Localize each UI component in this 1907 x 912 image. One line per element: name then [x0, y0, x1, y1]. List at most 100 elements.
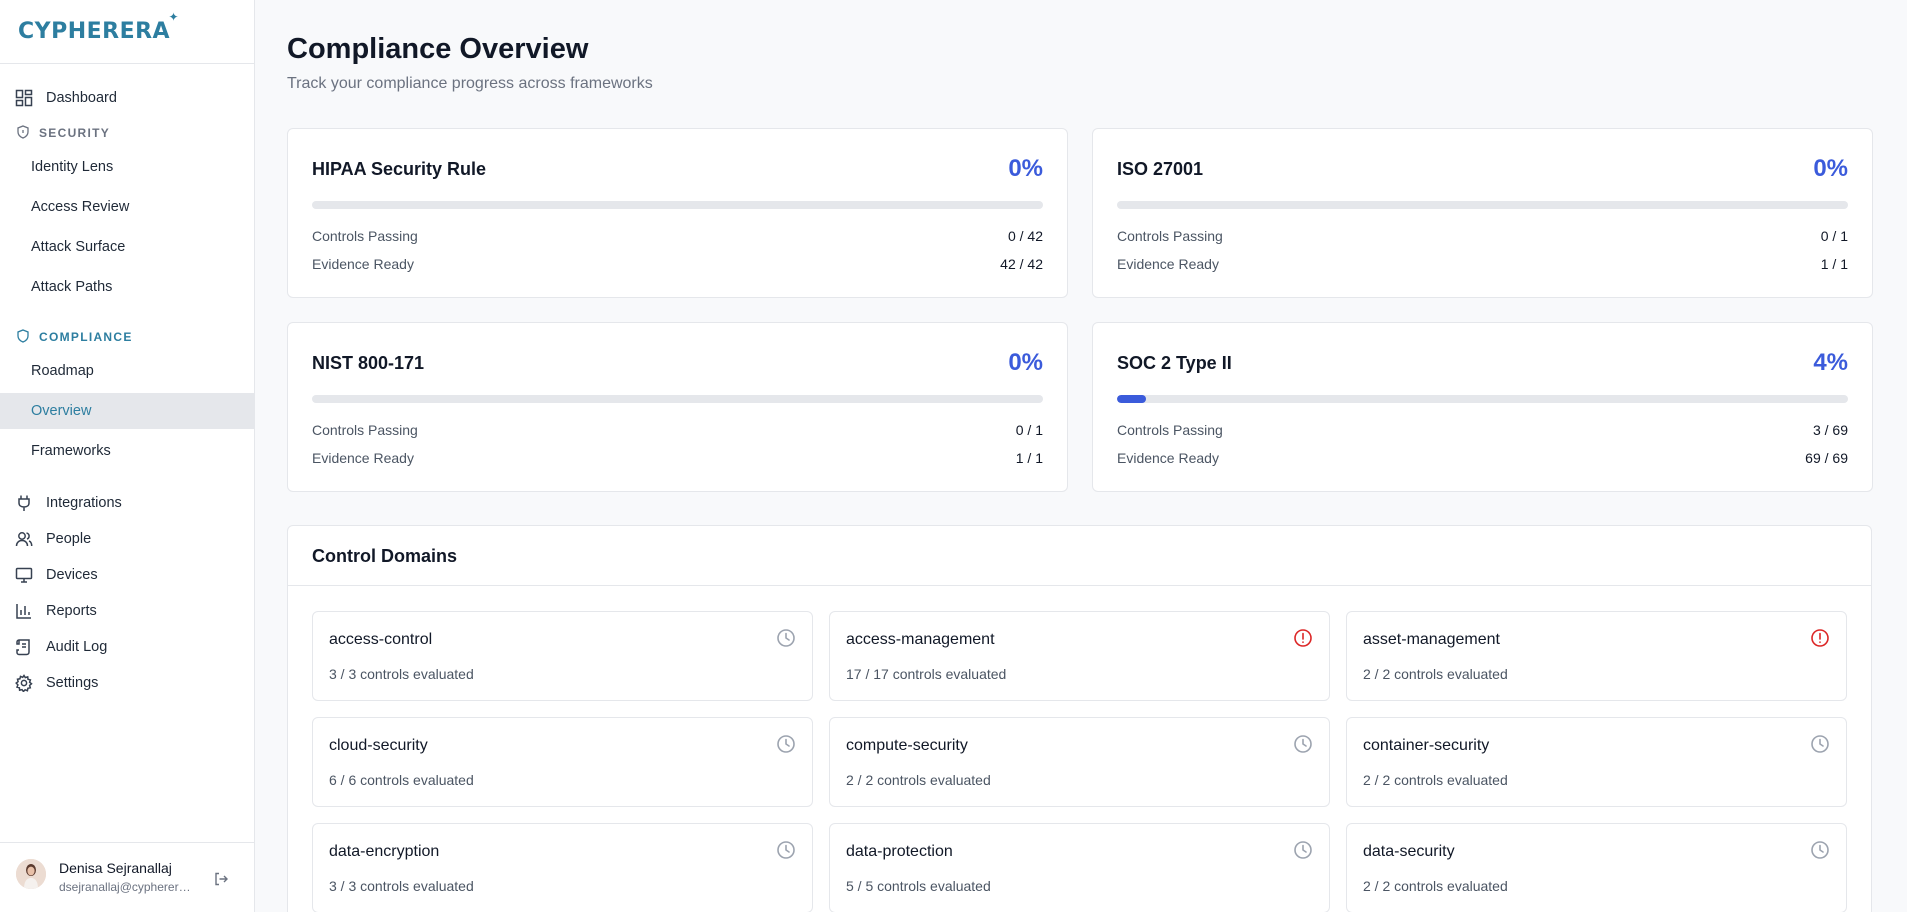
domain-count: 2 / 2 controls evaluated [846, 772, 991, 788]
framework-name: HIPAA Security Rule [312, 159, 487, 179]
sidebar-item-attack-paths[interactable]: Attack Paths [0, 269, 254, 305]
domain-card[interactable]: compute-security 2 / 2 controls evaluated [829, 717, 1330, 807]
evidence-ready-row: Evidence Ready 1 / 1 [312, 450, 1043, 466]
row-label: Controls Passing [312, 228, 418, 244]
sidebar-item-label: Attack Paths [31, 279, 113, 295]
framework-card-soc2[interactable]: SOC 2 Type II 4% Controls Passing 3 / 69 … [1092, 322, 1873, 492]
domain-name: cloud-security [329, 737, 428, 754]
domain-card[interactable]: access-management 17 / 17 controls evalua… [829, 611, 1330, 701]
controls-passing-row: Controls Passing 3 / 69 [1117, 422, 1848, 438]
domain-name: compute-security [846, 737, 968, 754]
sidebar-item-frameworks[interactable]: Frameworks [0, 433, 254, 469]
sidebar-item-label: Settings [46, 675, 99, 691]
framework-card-hipaa[interactable]: HIPAA Security Rule 0% Controls Passing 0… [287, 128, 1068, 298]
evidence-ready-row: Evidence Ready 69 / 69 [1117, 450, 1848, 466]
sidebar-item-label: Frameworks [31, 443, 111, 459]
clock-icon [1294, 735, 1312, 753]
sidebar-item-overview[interactable]: Overview [0, 393, 254, 429]
framework-card-iso27001[interactable]: ISO 27001 0% Controls Passing 0 / 1 Evide… [1092, 128, 1873, 298]
logout-icon[interactable] [213, 871, 229, 887]
progress-fill [1117, 395, 1147, 403]
domain-name: data-protection [846, 843, 953, 860]
sidebar-item-label: Attack Surface [31, 239, 126, 255]
alert-circle-icon [1811, 629, 1829, 647]
section-label: COMPLIANCE [39, 330, 133, 344]
panel-header: Control Domains [288, 526, 1871, 586]
people-icon [15, 532, 33, 547]
plug-icon [18, 495, 30, 511]
domain-name: access-control [329, 631, 433, 648]
row-label: Controls Passing [1117, 228, 1223, 244]
sidebar-item-roadmap[interactable]: Roadmap [0, 353, 254, 389]
avatar-image [16, 859, 46, 889]
row-label: Evidence Ready [1117, 450, 1219, 466]
page-subtitle: Track your compliance progress across fr… [287, 75, 653, 92]
avatar [16, 859, 46, 889]
sidebar-item-identity-lens[interactable]: Identity Lens [0, 149, 254, 185]
sidebar-item-label: Overview [31, 403, 92, 419]
domain-name: data-security [1363, 843, 1455, 860]
sidebar-item-reports[interactable]: Reports [0, 593, 254, 629]
logo-sparkle-icon: ✦ [168, 10, 180, 24]
section-label: SECURITY [39, 126, 111, 140]
sidebar-item-integrations[interactable]: Integrations [0, 485, 254, 521]
sidebar-item-access-review[interactable]: Access Review [0, 189, 254, 225]
domain-count: 17 / 17 controls evaluated [846, 666, 1007, 682]
domain-count: 2 / 2 controls evaluated [1363, 878, 1508, 894]
domain-card[interactable]: data-encryption 3 / 3 controls evaluated [312, 823, 813, 912]
clock-icon [777, 735, 795, 753]
domain-card[interactable]: access-control 3 / 3 controls evaluated [312, 611, 813, 701]
sidebar-item-devices[interactable]: Devices [0, 557, 254, 593]
logo[interactable]: CYPHERERA ✦ [18, 10, 179, 44]
scroll-icon [16, 639, 30, 656]
sidebar-item-audit-log[interactable]: Audit Log [0, 629, 254, 665]
evidence-ready-row: Evidence Ready 42 / 42 [312, 256, 1043, 272]
section-security: SECURITY [0, 122, 254, 144]
sidebar-item-people[interactable]: People [0, 521, 254, 557]
domain-card[interactable]: data-protection 5 / 5 controls evaluated [829, 823, 1330, 912]
domain-card[interactable]: cloud-security 6 / 6 controls evaluated [312, 717, 813, 807]
controls-passing-row: Controls Passing 0 / 1 [1117, 228, 1848, 244]
framework-percent: 0% [1008, 155, 1043, 182]
clock-icon [1811, 841, 1829, 859]
domain-name: access-management [846, 631, 995, 648]
row-value: 3 / 69 [1812, 422, 1848, 438]
controls-passing-row: Controls Passing 0 / 1 [312, 422, 1043, 438]
sidebar-item-settings[interactable]: Settings [0, 665, 254, 701]
user-name: Denisa Sejranallaj [59, 860, 172, 876]
domain-card[interactable]: data-security 2 / 2 controls evaluated [1346, 823, 1847, 912]
sidebar: CYPHERERA ✦ Dashboard SECURITY Identity L… [0, 0, 255, 912]
section-compliance: COMPLIANCE [0, 326, 254, 348]
control-domains-panel: Control Domains access-control 3 / 3 cont… [287, 525, 1872, 912]
framework-percent: 0% [1008, 349, 1043, 376]
domain-name: asset-management [1363, 631, 1500, 648]
sidebar-item-label: Reports [46, 603, 97, 619]
row-value: 0 / 42 [1007, 228, 1043, 244]
framework-name: SOC 2 Type II [1117, 353, 1232, 373]
progress-bar [1117, 395, 1848, 403]
gear-icon [15, 674, 33, 692]
user-email: dsejranallaj@cypherera.com [59, 880, 194, 894]
sidebar-item-attack-surface[interactable]: Attack Surface [0, 229, 254, 265]
user-profile[interactable]: Denisa Sejranallaj dsejranallaj@cypherer… [0, 842, 254, 912]
framework-card-nist[interactable]: NIST 800-171 0% Controls Passing 0 / 1 Ev… [287, 322, 1068, 492]
progress-bar [312, 395, 1043, 403]
clock-icon [1294, 841, 1312, 859]
row-value: 69 / 69 [1805, 450, 1848, 466]
clock-icon [777, 841, 795, 859]
logo-area: CYPHERERA ✦ [0, 0, 254, 64]
sidebar-item-dashboard[interactable]: Dashboard [0, 80, 254, 116]
dashboard-icon [15, 89, 33, 107]
row-value: 0 / 1 [1015, 422, 1043, 438]
main-content: Compliance Overview Track your complianc… [255, 0, 1907, 912]
row-label: Evidence Ready [312, 256, 414, 272]
alert-circle-icon [1294, 629, 1312, 647]
sidebar-item-label: Integrations [46, 495, 122, 511]
framework-percent: 0% [1813, 155, 1848, 182]
row-label: Controls Passing [312, 422, 418, 438]
bar-chart-icon [16, 604, 31, 619]
row-label: Evidence Ready [312, 450, 414, 466]
domain-card[interactable]: container-security 2 / 2 controls evaluat… [1346, 717, 1847, 807]
framework-name: NIST 800-171 [312, 353, 425, 373]
domain-card[interactable]: asset-management 2 / 2 controls evaluated [1346, 611, 1847, 701]
